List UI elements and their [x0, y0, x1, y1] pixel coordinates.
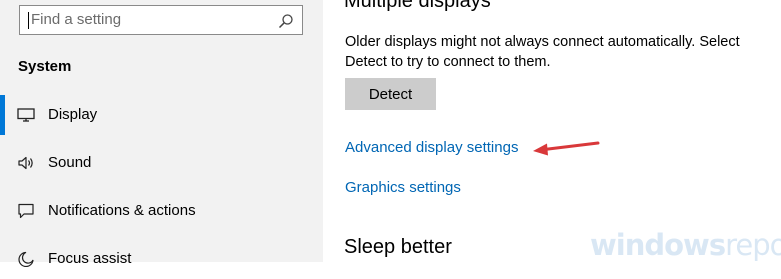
- description-text: Older displays might not always connect …: [345, 34, 740, 70]
- notification-icon: [18, 203, 34, 219]
- sidebar-item-label: Display: [48, 106, 98, 123]
- speaker-icon: [18, 156, 33, 170]
- moon-icon: [18, 251, 34, 267]
- sidebar-item-notifications[interactable]: Notifications & actions: [0, 191, 323, 231]
- section-heading-sleep-better: Sleep better: [344, 236, 452, 258]
- watermark-logo: windowsreport: [590, 228, 781, 262]
- selection-indicator: [0, 95, 5, 135]
- advanced-display-settings-link[interactable]: Advanced display settings: [345, 139, 518, 156]
- main-content: Multiple displays Older displays might n…: [323, 0, 781, 262]
- sidebar-item-label: Notifications & actions: [48, 202, 196, 219]
- search-icon[interactable]: [278, 13, 294, 29]
- sidebar: Find a setting System Display Sound Noti…: [0, 0, 323, 267]
- sidebar-item-display[interactable]: Display: [0, 95, 323, 135]
- detect-button[interactable]: Detect: [345, 78, 436, 110]
- sidebar-item-sound[interactable]: Sound: [0, 143, 323, 183]
- search-input[interactable]: Find a setting: [31, 11, 121, 28]
- monitor-icon: [17, 108, 35, 122]
- search-box[interactable]: Find a setting: [19, 5, 303, 35]
- sidebar-section-title: System: [18, 58, 72, 75]
- annotation-arrow-icon: [533, 141, 600, 156]
- sidebar-item-focus-assist[interactable]: Focus assist: [0, 239, 323, 279]
- text-caret: [28, 12, 29, 29]
- graphics-settings-link[interactable]: Graphics settings: [345, 179, 461, 196]
- section-heading-multiple-displays: Multiple displays: [344, 0, 491, 12]
- sidebar-item-label: Sound: [48, 154, 92, 171]
- sidebar-item-label: Focus assist: [48, 250, 132, 267]
